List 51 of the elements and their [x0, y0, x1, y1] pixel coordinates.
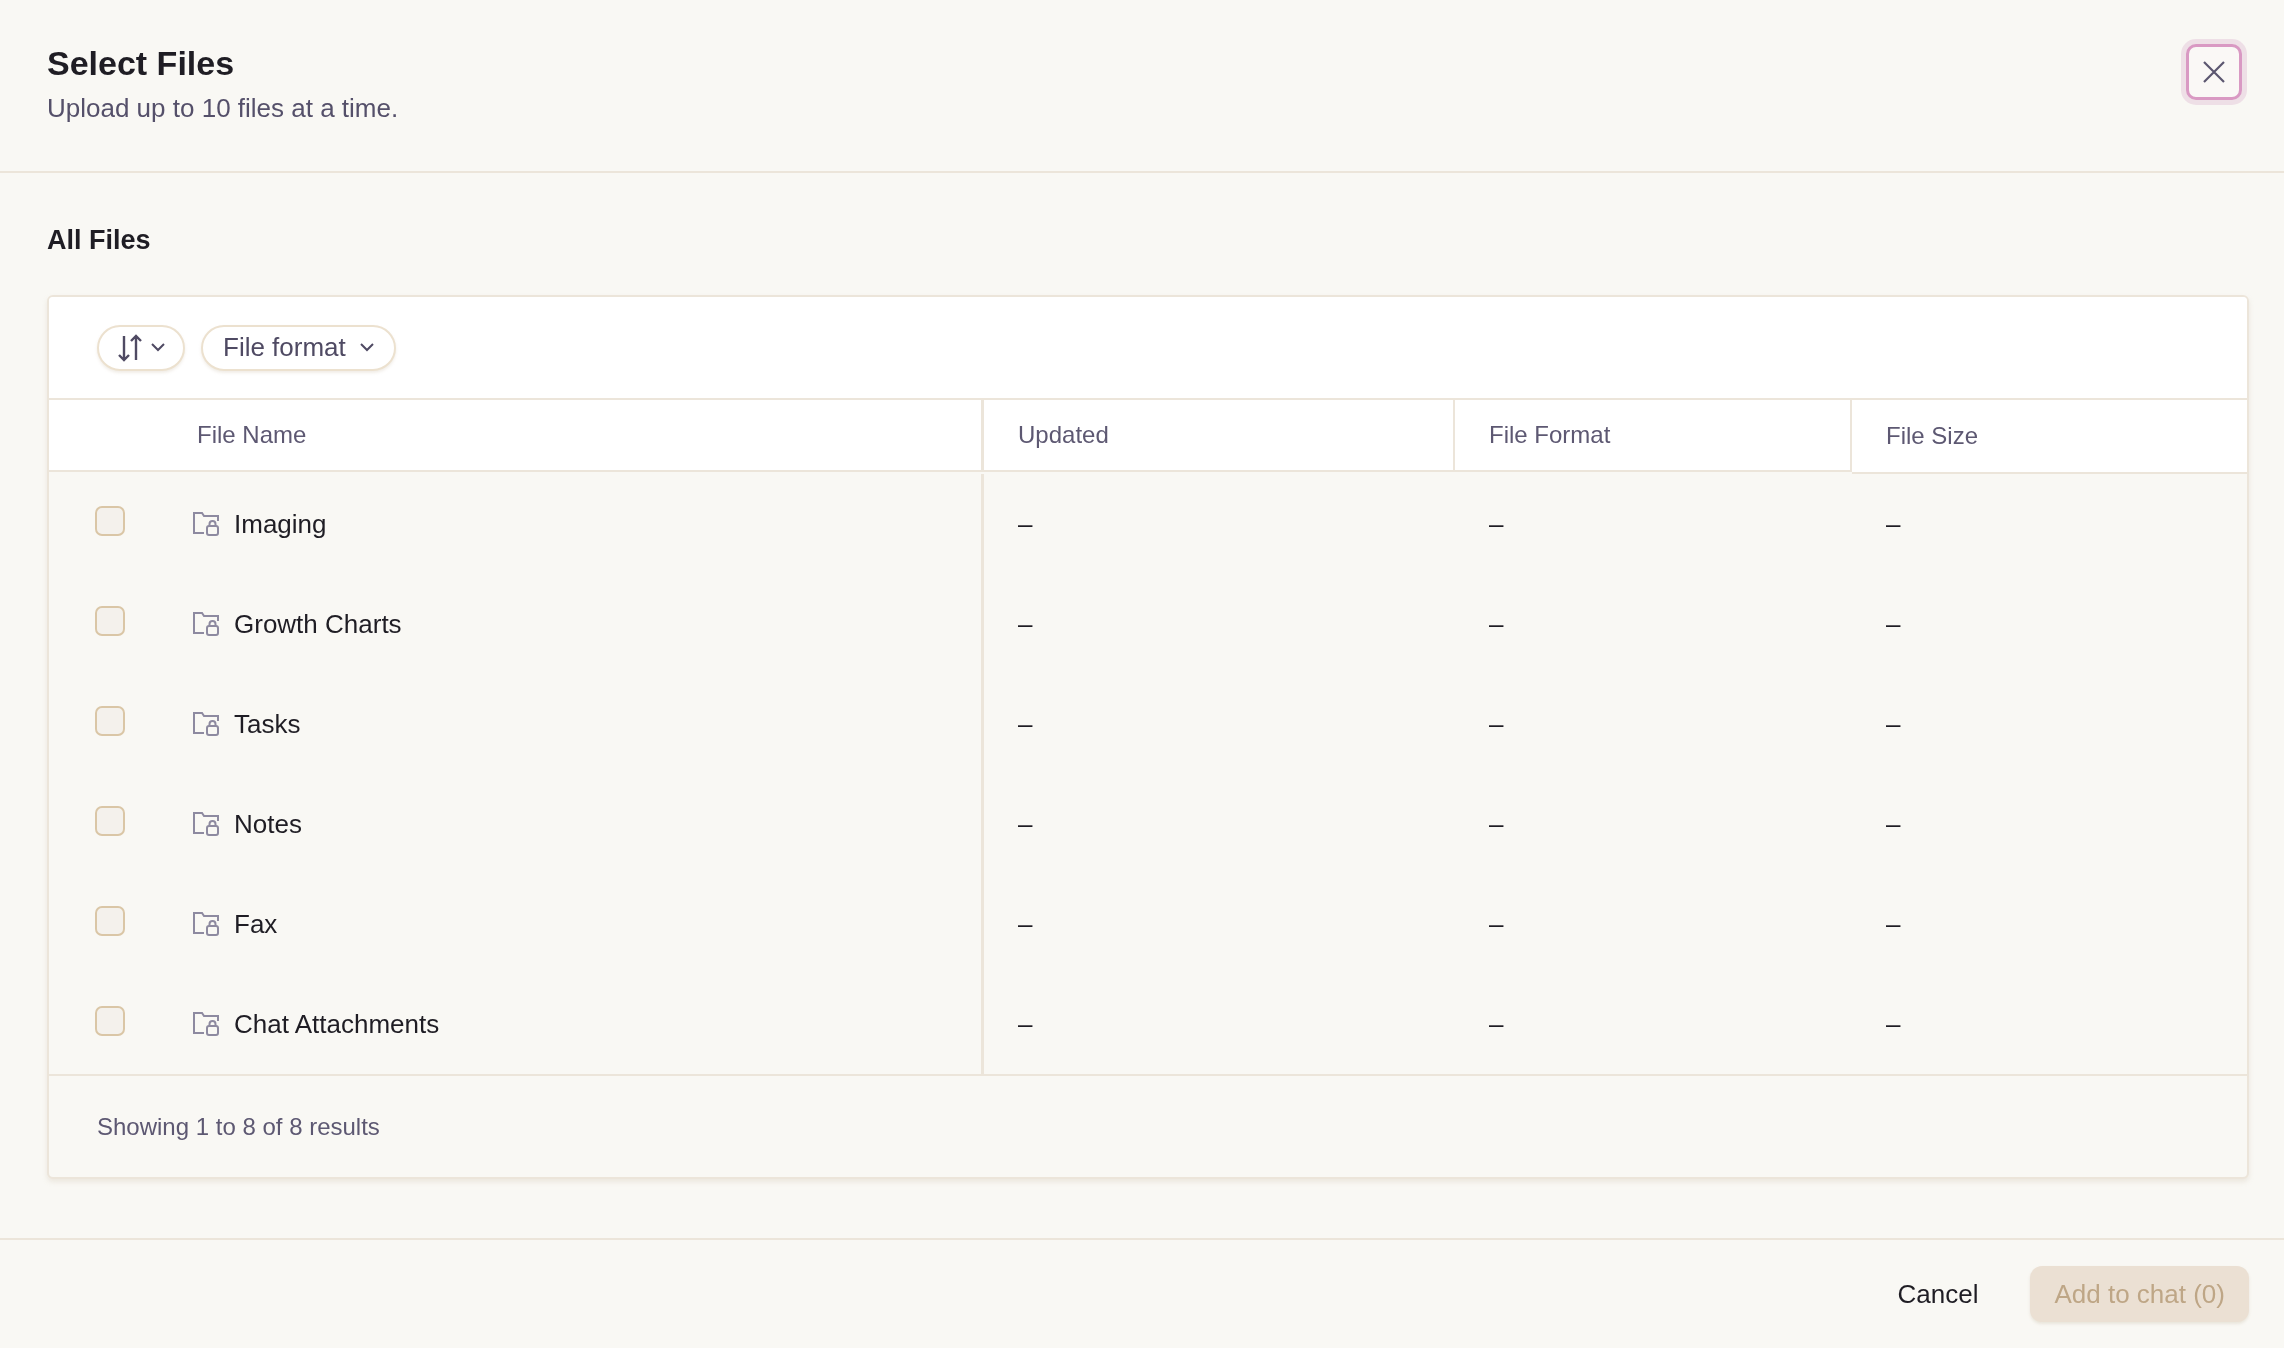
locked-folder-icon [192, 1011, 220, 1037]
locked-folder-icon [192, 911, 220, 937]
table-cell: – [1886, 1008, 1901, 1040]
table-cell: – [1018, 1008, 1033, 1040]
locked-folder-icon [192, 811, 220, 837]
folder-name: Chat Attachments [234, 1008, 440, 1040]
row-checkbox[interactable] [95, 506, 125, 536]
folder-name: Imaging [234, 508, 327, 540]
row-checkbox[interactable] [95, 1006, 125, 1036]
row-checkbox[interactable] [95, 806, 125, 836]
table-cell: – [1886, 508, 1901, 540]
close-icon [2202, 60, 2226, 84]
table-cell: – [1018, 908, 1033, 940]
table-cell: – [1886, 908, 1901, 940]
sort-arrows-icon [117, 333, 143, 362]
table-cell: – [1018, 708, 1033, 740]
folder-name: Fax [234, 908, 278, 940]
table-cell: – [1489, 908, 1504, 940]
results-summary: Showing 1 to 8 of 8 results [97, 1112, 380, 1141]
table-cell: – [1489, 1008, 1504, 1040]
chevron-down-icon [359, 343, 374, 352]
locked-folder-icon [192, 611, 220, 637]
column-header: Updated [984, 400, 1455, 472]
row-checkbox[interactable] [95, 606, 125, 636]
table-cell: – [1018, 808, 1033, 840]
cancel-button[interactable]: Cancel [1873, 1266, 2003, 1322]
table-cell: – [1018, 608, 1033, 640]
table-cell: – [1886, 708, 1901, 740]
column-header: File Format [1455, 400, 1852, 472]
table-cell: – [1489, 808, 1504, 840]
table-cell: – [1886, 608, 1901, 640]
sort-button[interactable] [97, 324, 185, 371]
table-cell: – [1886, 808, 1901, 840]
column-header: File Name [49, 400, 984, 472]
folder-name: Growth Charts [234, 608, 402, 640]
chevron-down-icon [151, 343, 165, 352]
row-checkbox[interactable] [95, 906, 125, 936]
dialog-subtitle: Upload up to 10 files at a time. [47, 93, 399, 124]
locked-folder-icon [192, 711, 220, 737]
column-header: File Size [1852, 400, 2247, 474]
file-format-filter[interactable]: File format [201, 324, 396, 371]
table-cell: – [1018, 508, 1033, 540]
table-cell: – [1489, 708, 1504, 740]
table-cell: – [1489, 508, 1504, 540]
folder-name: Notes [234, 808, 302, 840]
row-checkbox[interactable] [95, 706, 125, 736]
folder-name: Tasks [234, 708, 301, 740]
dialog-title: Select Files [47, 44, 236, 83]
locked-folder-icon [192, 511, 220, 537]
table-cell: – [1489, 608, 1504, 640]
section-title: All Files [47, 225, 152, 256]
